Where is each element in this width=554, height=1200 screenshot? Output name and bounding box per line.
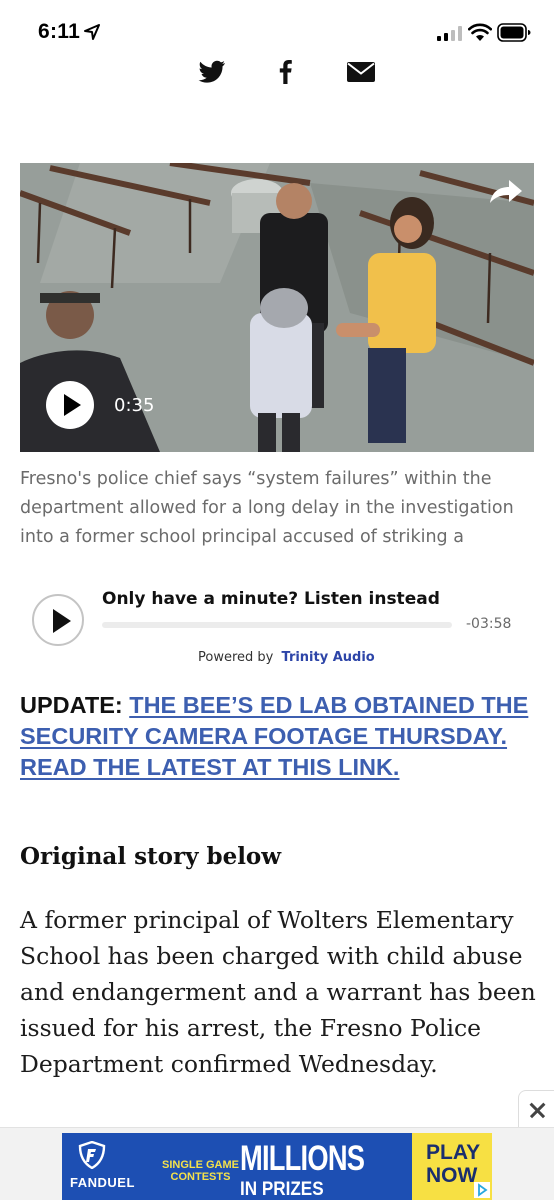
- ad-headline: MILLIONS: [240, 1139, 365, 1178]
- video-duration: 0:35: [114, 395, 155, 416]
- twitter-icon[interactable]: [198, 58, 226, 84]
- ad-small-line-1: SINGLE GAME: [162, 1159, 240, 1171]
- audio-time-remaining: -03:58: [466, 616, 512, 632]
- mail-icon[interactable]: [346, 58, 376, 84]
- video-caption: Fresno's police chief says “system failu…: [20, 469, 514, 547]
- location-arrow-icon: [84, 24, 100, 40]
- audio-play-button[interactable]: [32, 594, 84, 646]
- share-arrow-icon[interactable]: [488, 177, 524, 207]
- powered-by-label: Powered by: [198, 650, 274, 665]
- ad-subline: IN PRIZES: [240, 1179, 324, 1200]
- status-bar: 6:11: [0, 0, 554, 62]
- adchoices-icon[interactable]: [474, 1182, 490, 1198]
- ad-cta-line-2: NOW: [426, 1164, 478, 1187]
- fanduel-shield-icon: [78, 1141, 106, 1169]
- facebook-icon[interactable]: [277, 58, 293, 84]
- article-body: A former principal of Wolters Elementary…: [20, 906, 536, 1078]
- ad-cta-line-1: PLAY: [426, 1141, 481, 1164]
- ad-cta-button[interactable]: PLAY NOW: [412, 1133, 492, 1200]
- subhead: Original story below: [20, 843, 282, 870]
- ad-small-text: SINGLE GAME CONTESTS: [162, 1159, 239, 1183]
- video-thumbnail: [20, 163, 534, 452]
- powered-by: Powered by Trinity Audio: [198, 650, 375, 665]
- ad-brand: FANDUEL: [70, 1175, 135, 1190]
- audio-title: Only have a minute? Listen instead: [102, 589, 440, 609]
- video-player[interactable]: 0:35: [20, 163, 534, 452]
- update-notice: UPDATE: THE BEE’S ED LAB OBTAINED THE SE…: [20, 690, 530, 783]
- wifi-icon: [468, 23, 492, 41]
- ad-small-line-2: CONTESTS: [170, 1171, 231, 1183]
- ad-close-button[interactable]: [518, 1090, 554, 1128]
- status-time: 6:11: [38, 20, 81, 43]
- signal-icon: [437, 26, 462, 41]
- battery-icon: [497, 23, 531, 42]
- play-button[interactable]: [46, 381, 94, 429]
- ad-banner[interactable]: FANDUEL SINGLE GAME CONTESTS MILLIONS IN…: [62, 1133, 492, 1200]
- update-label: UPDATE:: [20, 692, 123, 718]
- audio-progress-bar[interactable]: [102, 622, 452, 628]
- trinity-audio-link[interactable]: Trinity Audio: [282, 650, 375, 665]
